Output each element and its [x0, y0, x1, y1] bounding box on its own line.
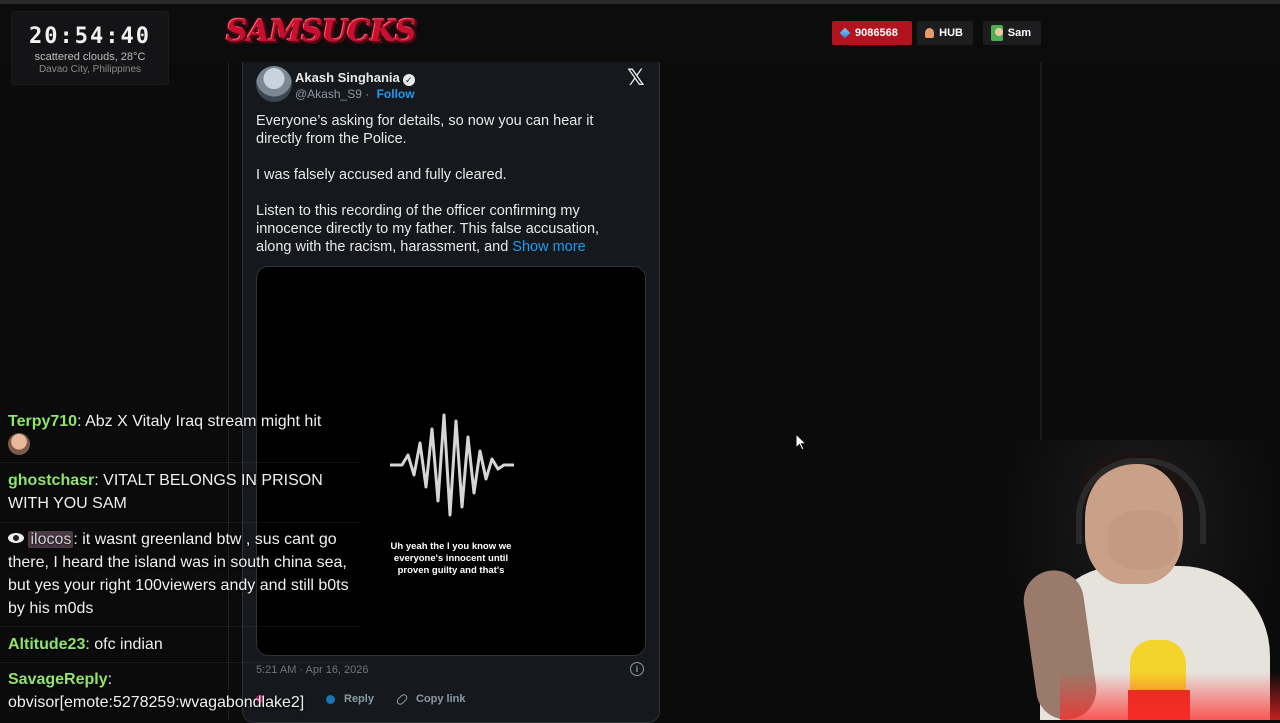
hub-label: HUB: [939, 27, 963, 39]
chat-message: Altitude23: ofc indian: [8, 633, 358, 656]
show-more-link[interactable]: Show more: [512, 239, 585, 255]
verified-badge-icon: ✓: [402, 74, 415, 86]
gem-icon: [839, 27, 851, 39]
chat-message: Terpy710: Abz X Vitaly Iraq stream might…: [8, 410, 358, 457]
gems-value: 9086568: [855, 27, 898, 39]
chat-divider: [0, 662, 360, 663]
user-avatar-icon: [991, 25, 1003, 41]
cursor-arrow-icon: [796, 434, 808, 451]
gems-counter[interactable]: 9086568: [832, 21, 912, 45]
site-logo[interactable]: SAMSUCKS: [226, 10, 417, 54]
chat-username: ilocos: [28, 531, 74, 548]
emote-icon: [8, 433, 30, 455]
follow-link[interactable]: Follow: [377, 87, 415, 101]
user-label: Sam: [1007, 27, 1031, 39]
webcam-feed: [1000, 440, 1280, 720]
chat-text: : Abz X Vitaly Iraq stream might hit: [77, 413, 322, 430]
chat-message: ilocos: it wasnt greenland btw , sus can…: [8, 528, 358, 620]
chat-username: Terpy710: [8, 413, 78, 430]
hub-button[interactable]: HUB: [917, 21, 973, 45]
red-light-glow: [1060, 672, 1280, 720]
audio-waveform-icon: [390, 413, 514, 517]
chat-divider: [0, 626, 360, 627]
clock-widget: 20:54:40 scattered clouds, 28°C Davao Ci…: [12, 12, 168, 84]
weather-text: scattered clouds, 28°C: [34, 51, 146, 63]
x-logo-icon[interactable]: 𝕏: [627, 66, 645, 91]
hub-icon: [925, 28, 935, 38]
streamer-hand: [1108, 510, 1178, 570]
chat-text: : ofc indian: [85, 636, 163, 653]
chat-divider: [0, 522, 360, 523]
eye-icon: [8, 533, 24, 543]
tweet-text: Everyone’s asking for details, so now yo…: [256, 112, 626, 274]
copy-link-button[interactable]: Copy link: [395, 692, 466, 706]
tweet-paragraph: Everyone’s asking for details, so now yo…: [256, 113, 594, 147]
author-name[interactable]: Akash Singhania ✓: [295, 70, 415, 86]
tweet-paragraph: Listen to this recording of the officer …: [256, 202, 626, 256]
dot-separator: ·: [365, 87, 370, 101]
tweet-paragraph: I was falsely accused and fully cleared.: [256, 167, 507, 183]
chat-text: :: [107, 671, 113, 688]
logo-text: SAMSUCKS: [226, 14, 417, 49]
author-handle[interactable]: @Akash_S9: [295, 87, 362, 101]
chat-username: ghostchasr: [8, 472, 95, 489]
info-icon[interactable]: i: [630, 662, 644, 676]
chat-text: obvisor[emote:5278259:wvagabondlake2]: [8, 694, 305, 711]
chat-message: SavageReply: obvisor[emote:5278259:wvaga…: [8, 668, 358, 714]
chat-username: SavageReply: [8, 671, 108, 688]
chat-message: ghostchasr: VITALT BELONGS IN PRISON WIT…: [8, 469, 358, 515]
copy-link-label: Copy link: [416, 693, 466, 705]
chat-username: Altitude23: [8, 636, 86, 653]
site-header: [0, 4, 1280, 62]
author-name-text: Akash Singhania: [295, 70, 400, 85]
clock-time: 20:54:40: [29, 24, 151, 49]
author-avatar[interactable]: [256, 66, 292, 102]
location-text: Davao City, Philippines: [38, 64, 142, 75]
chat-overlay: Terpy710: Abz X Vitaly Iraq stream might…: [0, 404, 360, 720]
author-handle-row: @Akash_S9 · Follow: [295, 87, 415, 101]
user-menu-button[interactable]: Sam: [983, 21, 1041, 45]
chat-divider: [0, 462, 360, 463]
link-icon: [395, 692, 409, 706]
